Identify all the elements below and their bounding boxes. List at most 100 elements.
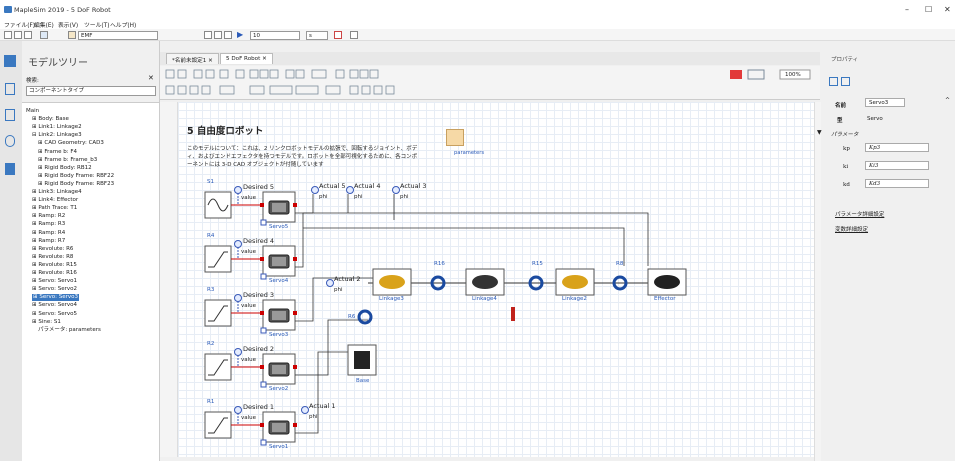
input-port xyxy=(260,423,264,427)
time-input[interactable]: 10 xyxy=(250,31,300,40)
revolute-label: R6 xyxy=(348,314,356,320)
menu-help[interactable]: ヘルプ(H) xyxy=(110,20,136,29)
fixed-frame xyxy=(511,307,515,321)
user-icon[interactable] xyxy=(68,31,76,39)
kd-input[interactable]: Kd3 xyxy=(865,179,929,188)
model-tree: Main ⊞ Body: Base ⊞ Link1: Linkage2 ⊟ Link2… xyxy=(22,102,159,461)
parameter-detail-link[interactable]: パラメータ詳細設定 xyxy=(835,210,884,218)
new-icon[interactable] xyxy=(4,31,12,39)
output-port xyxy=(293,365,297,369)
tree-item[interactable]: ⊞ Ramp: R3 xyxy=(32,221,65,228)
tree-item[interactable]: ⊞ Servo: Servo2 xyxy=(32,286,77,293)
tree-item[interactable]: ⊞ Revolute: R16 xyxy=(32,270,77,277)
tree-item[interactable]: ⊞ Servo: Servo5 xyxy=(32,311,77,318)
desired-probe xyxy=(234,406,242,414)
minimize-button[interactable]: – xyxy=(905,5,909,14)
tree-item[interactable]: ⊞ Link3: Linkage4 xyxy=(32,189,82,196)
phi-label: phi xyxy=(354,194,363,200)
attachment-tab-icon[interactable] xyxy=(5,135,15,147)
source-label: R2 xyxy=(207,341,215,347)
tree-item[interactable]: ⊞ Rigid Body Frame: RBF22 xyxy=(38,173,114,180)
name-input[interactable]: Servo3 xyxy=(865,98,905,107)
vertical-scrollbar[interactable] xyxy=(814,102,821,461)
check-icon[interactable] xyxy=(204,31,212,39)
actual-label: Actual 3 xyxy=(400,182,427,190)
table-tab-icon[interactable] xyxy=(5,163,15,175)
tree-item[interactable]: ⊞ Link4: Effector xyxy=(32,197,78,204)
graph-icon[interactable] xyxy=(214,31,222,39)
properties-list-icon[interactable] xyxy=(841,77,850,86)
menu-edit[interactable]: 編集(E) xyxy=(34,20,54,29)
tree-item[interactable]: ⊞ Revolute: R15 xyxy=(32,262,77,269)
model-tree-title: モデルツリー xyxy=(28,58,88,69)
tree-item[interactable]: ⊞ Frame b: Frame_b3 xyxy=(38,157,97,164)
tree-item[interactable]: ⊞ Servo: Servo3 xyxy=(32,294,79,302)
open-icon[interactable] xyxy=(14,31,22,39)
maximize-button[interactable]: ☐ xyxy=(925,5,932,14)
tree-item[interactable]: Main xyxy=(26,108,39,115)
tree-item[interactable]: ⊞ Frame b: F4 xyxy=(38,149,77,156)
servo-label: Servo3 xyxy=(269,332,289,338)
panel-icon xyxy=(4,57,12,65)
hierarchy-tab-icon[interactable] xyxy=(5,109,15,121)
zoom-select[interactable]: 100% xyxy=(785,72,801,78)
base-label: Base xyxy=(356,378,370,384)
main-toolbar: EMF ▶ 10 s xyxy=(0,29,955,41)
filter-select[interactable]: コンポーネントタイプ xyxy=(26,86,156,96)
connection-wire xyxy=(295,227,625,268)
tree-item[interactable]: ⊟ Link2: Linkage3 xyxy=(32,132,82,139)
link-shape xyxy=(472,275,498,289)
phi-label: phi xyxy=(400,194,409,200)
unit-select[interactable]: s xyxy=(306,31,328,40)
run-icon[interactable]: ▶ xyxy=(237,30,243,39)
probe-icon[interactable] xyxy=(334,31,342,39)
tab-untitled[interactable]: *名前未設定1 ✕ xyxy=(166,53,219,64)
tree-item[interactable]: ⊞ Body: Base xyxy=(32,116,69,123)
tree-item[interactable]: ⊞ CAD Geometry: CAD3 xyxy=(38,140,104,147)
output-port xyxy=(293,423,297,427)
close-button[interactable]: ✕ xyxy=(944,5,951,14)
search-input[interactable]: EMF xyxy=(78,31,158,40)
tree-item[interactable]: ⊞ Path Trace: T1 xyxy=(32,205,77,212)
flange-port xyxy=(260,219,267,226)
tree-item[interactable]: ⊞ Ramp: R4 xyxy=(32,230,65,237)
tree-item[interactable]: ⊞ Servo: Servo4 xyxy=(32,302,77,309)
tab-5dof-robot[interactable]: 5 DoF Robot ✕ xyxy=(220,53,273,64)
tree-item[interactable]: ⊞ Revolute: R6 xyxy=(32,246,73,253)
save-icon[interactable] xyxy=(24,31,32,39)
vertical-ruler xyxy=(160,102,178,457)
scroll-up-icon[interactable]: ^ xyxy=(945,97,950,104)
tree-item[interactable]: ⊞ Link1: Linkage2 xyxy=(32,124,82,131)
tree-item[interactable]: ⊞ Rigid Body Frame: RBF23 xyxy=(38,181,114,188)
diagram-toolbar-icons[interactable] xyxy=(160,66,820,100)
servo-label: Servo1 xyxy=(269,444,289,450)
tree-item[interactable]: ⊞ Servo: Servo1 xyxy=(32,278,77,285)
kp-input[interactable]: Kp3 xyxy=(865,143,929,152)
output-port xyxy=(293,203,297,207)
search-tab-icon[interactable] xyxy=(5,83,15,95)
servo-label: Servo2 xyxy=(269,386,289,392)
desired-probe xyxy=(234,294,242,302)
properties-tab-icon[interactable] xyxy=(829,77,838,86)
diagram-canvas[interactable]: 5 自由度ロボット このモデルについて：これは、2 リンクロボットモデルの拡張で… xyxy=(178,102,814,457)
tree-item[interactable]: ⊞ Ramp: R2 xyxy=(32,213,65,220)
variable-detail-link[interactable]: 変数詳細設定 xyxy=(835,225,868,233)
revolute-joint xyxy=(357,309,373,325)
snapshot-icon[interactable] xyxy=(350,31,358,39)
menu-view[interactable]: 表示(V) xyxy=(58,20,78,29)
tree-item[interactable]: ⊞ Revolute: R8 xyxy=(32,254,73,261)
desired-probe xyxy=(234,240,242,248)
clear-search-icon[interactable]: ✕ xyxy=(148,74,154,82)
menu-file[interactable]: ファイル(F) xyxy=(4,20,35,29)
desired-label: Desired 4 xyxy=(243,237,275,245)
menu-tools[interactable]: ツール(T) xyxy=(84,20,109,29)
collapse-icon[interactable]: ▼ xyxy=(817,129,822,136)
tree-item[interactable]: ⊞ Sine: S1 xyxy=(32,319,61,326)
tree-item[interactable]: パラメータ: parameters xyxy=(38,327,101,334)
grid-icon[interactable] xyxy=(224,31,232,39)
text-icon[interactable] xyxy=(40,31,48,39)
ki-label: ki xyxy=(843,164,849,170)
ki-input[interactable]: Ki3 xyxy=(865,161,929,170)
tree-item[interactable]: ⊞ Ramp: R7 xyxy=(32,238,65,245)
tree-item[interactable]: ⊞ Rigid Body: RB12 xyxy=(38,165,92,172)
